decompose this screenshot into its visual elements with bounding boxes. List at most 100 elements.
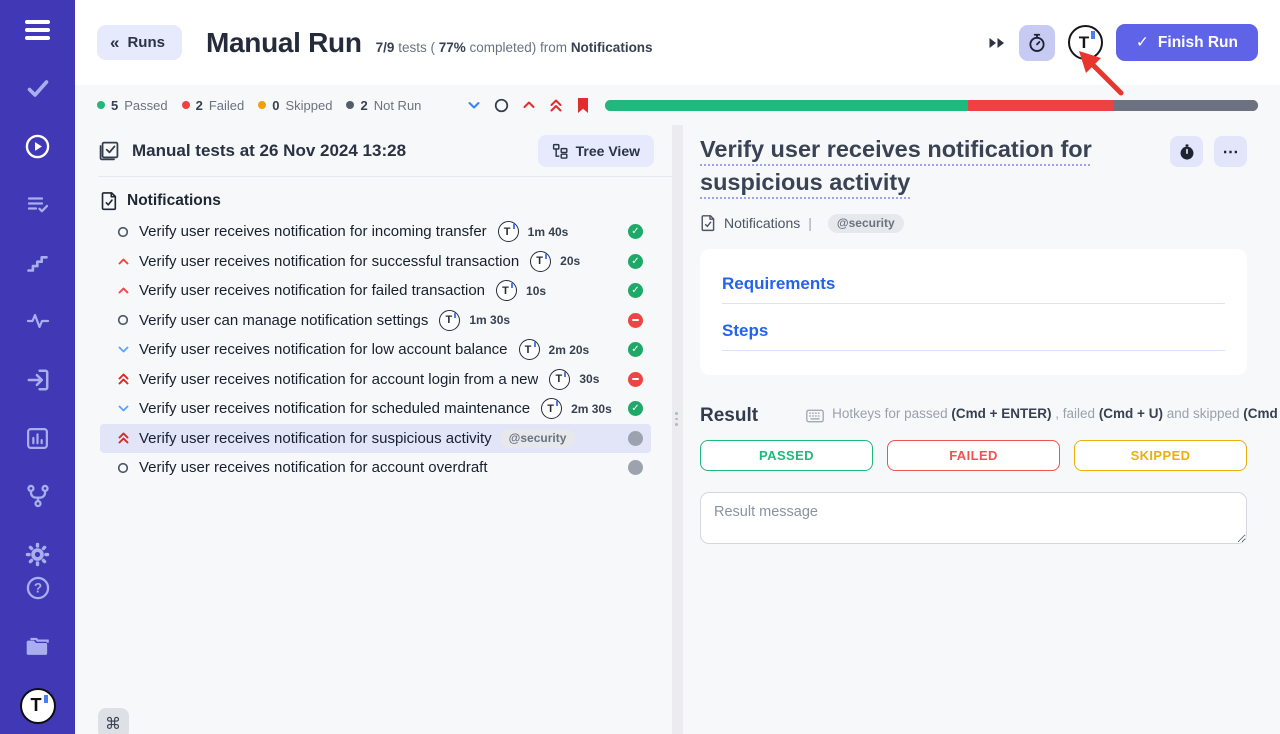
testomat-badge-icon: T <box>519 339 540 360</box>
test-row[interactable]: Verify user receives notification for su… <box>100 424 651 454</box>
chevron-up-icon[interactable] <box>522 99 536 111</box>
passed-button[interactable]: PASSED <box>700 440 873 471</box>
test-title: Verify user receives notification for in… <box>139 223 487 240</box>
steps-icon[interactable] <box>0 246 75 279</box>
skipped-button[interactable]: SKIPPED <box>1074 440 1247 471</box>
test-status-icon <box>628 460 643 475</box>
run-progress-bar <box>605 100 1258 111</box>
circle-icon[interactable] <box>494 98 509 113</box>
test-title: Verify user receives notification for lo… <box>139 341 508 358</box>
help-icon[interactable]: ? <box>0 571 75 604</box>
test-row[interactable]: Verify user receives notification for fa… <box>100 276 651 306</box>
doc-icon <box>700 214 716 232</box>
tree-icon <box>552 143 568 159</box>
progress-segment-passed <box>605 100 968 111</box>
security-tag[interactable]: @security <box>828 214 904 233</box>
status-counts: 5 Passed 2 Failed 0 Skipped 2 Not Run <box>97 98 421 113</box>
play-circle-icon[interactable] <box>0 130 75 163</box>
tree-view-label: Tree View <box>576 143 640 159</box>
tests-ratio: 7/9 <box>376 40 395 55</box>
bookmark-icon[interactable] <box>576 97 590 114</box>
test-row[interactable]: Verify user receives notification for lo… <box>100 335 651 365</box>
testomat-badge-icon: T <box>541 398 562 419</box>
steps-section-header[interactable]: Steps <box>722 321 1225 341</box>
timer-button[interactable] <box>1019 25 1055 61</box>
requirements-section-header[interactable]: Requirements <box>722 274 1225 294</box>
test-status-icon: ✓ <box>628 224 643 239</box>
tree-view-button[interactable]: Tree View <box>538 135 654 167</box>
analytics-icon[interactable] <box>0 421 75 454</box>
run-name: Manual tests at 26 Nov 2024 13:28 <box>132 141 406 161</box>
status-count[interactable]: 2 Not Run <box>346 98 421 113</box>
test-duration: 1m 40s <box>528 225 569 239</box>
test-sections-card: Requirements Steps <box>700 249 1247 375</box>
test-duration: 10s <box>526 284 546 298</box>
account-logo[interactable]: T <box>1068 25 1103 60</box>
test-detail-title[interactable]: Verify user receives notification for su… <box>700 136 1092 195</box>
test-row[interactable]: Verify user receives notification for in… <box>100 217 651 247</box>
priority-icon <box>116 256 130 267</box>
test-status-icon: ✓ <box>628 254 643 269</box>
back-to-runs-button[interactable]: « Runs <box>97 25 182 60</box>
test-row[interactable]: Verify user receives notification for ac… <box>100 453 651 483</box>
progress-segment-failed <box>968 100 1113 111</box>
priority-icon <box>116 314 130 326</box>
status-count[interactable]: 0 Skipped <box>258 98 332 113</box>
list-check-icon[interactable] <box>0 188 75 221</box>
suite-doc-icon <box>100 191 118 211</box>
result-message-input[interactable] <box>700 492 1247 544</box>
test-title: Verify user receives notification for su… <box>139 430 492 447</box>
testomat-badge-icon: T <box>530 251 551 272</box>
import-icon[interactable] <box>0 363 75 396</box>
more-options-button[interactable]: ⋯ <box>1214 136 1247 167</box>
test-duration: 30s <box>579 372 599 386</box>
test-row[interactable]: Verify user can manage notification sett… <box>100 306 651 336</box>
panel-splitter[interactable] <box>672 125 683 734</box>
pulse-icon[interactable] <box>0 305 75 338</box>
svg-text:?: ? <box>33 581 41 596</box>
status-dot-icon <box>97 101 105 109</box>
detail-timer-button[interactable] <box>1170 136 1203 167</box>
gear-icon[interactable] <box>0 538 75 571</box>
testomat-badge-icon: T <box>549 369 570 390</box>
test-list-panel: Manual tests at 26 Nov 2024 13:28 Tree V… <box>75 125 672 734</box>
test-title: Verify user receives notification for ac… <box>139 459 488 476</box>
sidebar: ? T <box>0 0 75 734</box>
logo-icon[interactable]: T <box>0 688 75 724</box>
priority-icon <box>116 403 130 414</box>
status-count[interactable]: 2 Failed <box>182 98 245 113</box>
test-status-icon <box>628 431 643 446</box>
keyboard-icon <box>806 409 824 423</box>
progress-segment-not_run <box>1113 100 1258 111</box>
splitter-grip-icon <box>675 412 679 426</box>
stopwatch-icon <box>1178 143 1196 161</box>
breadcrumb: Notifications | @security <box>700 214 1247 233</box>
test-status-icon <box>628 372 643 387</box>
test-row[interactable]: Verify user receives notification for ac… <box>100 365 651 395</box>
failed-button[interactable]: FAILED <box>887 440 1060 471</box>
fast-forward-icon[interactable] <box>988 36 1006 50</box>
double-chevron-up-icon[interactable] <box>549 98 563 113</box>
test-duration: 1m 30s <box>469 313 510 327</box>
status-count[interactable]: 5 Passed <box>97 98 168 113</box>
result-heading: Result <box>700 405 758 427</box>
testomat-logo: T <box>20 688 56 724</box>
chevron-down-icon[interactable] <box>467 99 481 111</box>
suite-header[interactable]: Notifications <box>100 191 672 211</box>
test-row[interactable]: Verify user receives notification for su… <box>100 247 651 277</box>
folder-icon[interactable] <box>0 630 75 663</box>
branch-icon[interactable] <box>0 480 75 513</box>
check-icon[interactable] <box>0 71 75 104</box>
test-status-icon <box>628 313 643 328</box>
run-header: Manual tests at 26 Nov 2024 13:28 Tree V… <box>98 125 672 177</box>
test-row[interactable]: Verify user receives notification for sc… <box>100 394 651 424</box>
subtitle-suite-name: Notifications <box>571 40 653 55</box>
status-filter-tools <box>467 97 590 114</box>
finish-run-button[interactable]: ✓ Finish Run <box>1116 24 1258 61</box>
breadcrumb-suite[interactable]: Notifications <box>724 215 800 231</box>
test-duration: 20s <box>560 254 580 268</box>
command-shortcut-button[interactable]: ⌘ <box>98 708 129 734</box>
menu-icon[interactable] <box>0 13 75 46</box>
priority-icon <box>116 431 130 445</box>
test-detail-panel: Verify user receives notification for su… <box>683 125 1280 734</box>
